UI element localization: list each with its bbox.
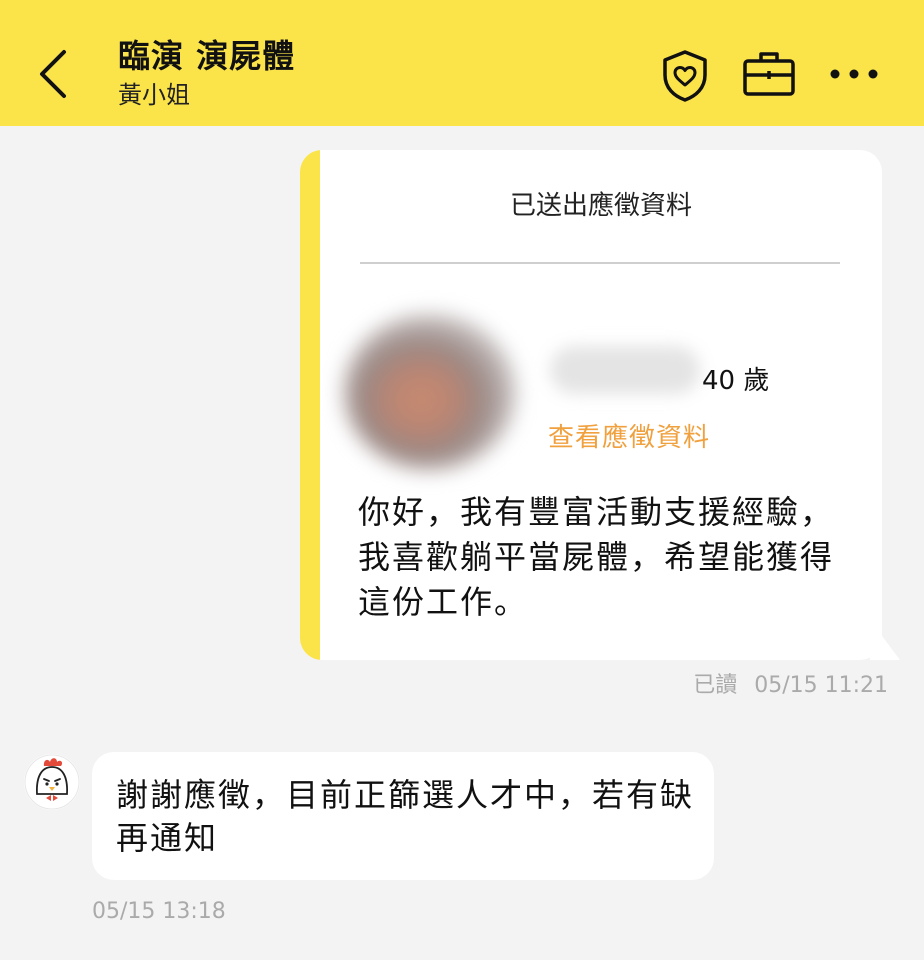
chat-title: 臨演 演屍體	[118, 37, 296, 75]
card-title: 已送出應徵資料	[509, 191, 692, 221]
card-divider	[360, 262, 840, 264]
view-application-link[interactable]: 查看應徵資料	[548, 420, 710, 456]
employer-avatar[interactable]	[24, 754, 80, 810]
sent-timestamp: 05/15 11:21	[754, 673, 888, 698]
chat-subtitle: 黃小姐	[118, 81, 190, 109]
read-receipt: 已讀 05/15 11:21	[693, 670, 888, 702]
back-chevron-icon	[40, 50, 66, 98]
reply-message: 謝謝應徵，目前正篩選人才中，若有缺再通知	[116, 776, 695, 857]
briefcase-icon	[743, 52, 795, 96]
chat-header: 臨演 演屍體 黃小姐	[0, 0, 924, 126]
reply-timestamp: 05/15 13:18	[92, 899, 226, 924]
application-message: 你好，我有豐富活動支援經驗，我喜歡躺平當屍體，希望能獲得這份工作。	[358, 493, 835, 621]
chicken-avatar-icon	[24, 754, 80, 810]
more-options-button[interactable]	[824, 54, 884, 94]
card-accent-stripe	[300, 150, 320, 660]
chat-title-block[interactable]: 臨演 演屍體 黃小姐	[118, 36, 295, 112]
applicant-age: 40 歲	[702, 366, 770, 396]
application-card: 已送出應徵資料 40 歲 查看應徵資料 你好，我有豐富活動支援經驗，我喜歡躺平當…	[300, 150, 882, 660]
applicant-name-blurred	[550, 346, 700, 394]
shield-heart-icon	[663, 50, 707, 102]
back-button[interactable]	[28, 44, 78, 104]
job-info-button[interactable]	[740, 48, 798, 100]
safety-button[interactable]	[658, 48, 712, 104]
more-dots-icon	[830, 69, 878, 79]
read-status: 已讀	[693, 673, 738, 698]
reply-bubble: 謝謝應徵，目前正篩選人才中，若有缺再通知	[92, 752, 714, 880]
applicant-avatar-blurred	[344, 314, 516, 470]
